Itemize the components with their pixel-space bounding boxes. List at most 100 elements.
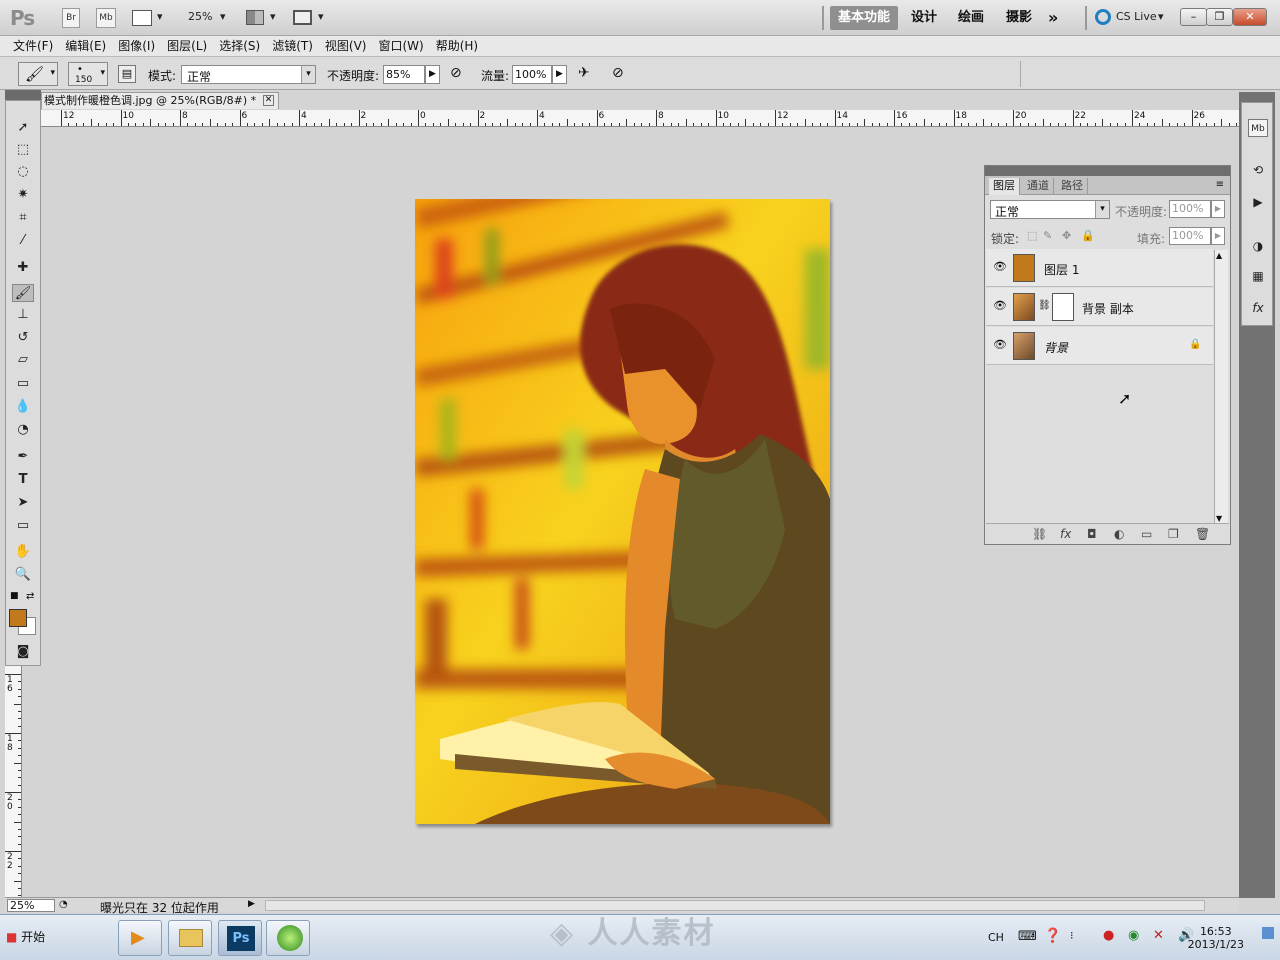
mini-bridge-panel-icon[interactable]: Mb xyxy=(1248,119,1268,137)
status-zoom-input[interactable]: 25% xyxy=(7,899,55,912)
history-panel-icon[interactable]: ⟲ xyxy=(1248,161,1268,179)
menu-file[interactable]: 文件(F) xyxy=(7,36,59,56)
mode-select[interactable]: 正常 ▾ xyxy=(181,65,316,84)
airbrush-icon[interactable]: ✈ xyxy=(578,65,596,83)
bridge-button[interactable]: Br xyxy=(62,8,80,28)
flow-slider-arrow-icon[interactable]: ▶ xyxy=(552,65,567,84)
new-layer-icon[interactable]: ❐ xyxy=(1168,527,1179,541)
zoom-tool-icon[interactable]: 🔍 xyxy=(12,566,34,584)
lock-transparent-icon[interactable]: ⬚ xyxy=(1027,229,1037,242)
network-icon[interactable]: ✕ xyxy=(1153,928,1164,943)
blend-mode-select[interactable]: 正常 ▾ xyxy=(990,200,1110,219)
workspace-painting[interactable]: 绘画 xyxy=(950,6,992,30)
menu-layer[interactable]: 图层(L) xyxy=(161,36,213,56)
tab-channels[interactable]: 通道 xyxy=(1023,178,1054,195)
foreground-color-swatch[interactable] xyxy=(9,609,27,627)
fill-input[interactable]: 100% xyxy=(1169,227,1211,245)
opacity-slider-arrow-icon[interactable]: ▶ xyxy=(425,65,440,84)
keyboard-icon[interactable]: ⌨ xyxy=(1018,929,1037,944)
layer-opacity-input[interactable]: 100% xyxy=(1169,200,1211,218)
menu-select[interactable]: 选择(S) xyxy=(213,36,266,56)
path-selection-tool-icon[interactable]: ➤ xyxy=(12,494,34,512)
actions-panel-icon[interactable]: ▶ xyxy=(1248,193,1268,211)
crop-tool-icon[interactable]: ⌗ xyxy=(12,209,34,227)
panel-menu-icon[interactable]: ≡ xyxy=(1216,179,1224,190)
type-tool-icon[interactable]: T xyxy=(12,471,34,489)
swatches-panel-icon[interactable]: ▦ xyxy=(1248,267,1268,285)
chevron-down-icon[interactable]: ▾ xyxy=(220,10,226,23)
rectangle-tool-icon[interactable]: ▭ xyxy=(12,517,34,535)
tab-layers[interactable]: 图层 xyxy=(989,178,1020,195)
layer-row[interactable]: 👁 ⛓ 背景 副本 xyxy=(986,288,1213,326)
menu-filter[interactable]: 滤镜(T) xyxy=(266,36,319,56)
clone-stamp-tool-icon[interactable]: ⊥ xyxy=(12,306,34,324)
brush-panel-toggle-icon[interactable]: ▤ xyxy=(118,65,136,83)
layer-row[interactable]: 👁 图层 1 xyxy=(986,249,1213,287)
eye-icon[interactable]: 👁 xyxy=(993,339,1007,351)
tray-expand-icon[interactable]: ⁝ xyxy=(1070,929,1074,942)
lock-all-icon[interactable]: 🔒 xyxy=(1081,229,1095,242)
opacity-input[interactable]: 85% xyxy=(383,65,425,84)
zoom-level[interactable]: 25% xyxy=(188,10,212,23)
layers-scrollbar[interactable]: ▲ ▼ xyxy=(1214,250,1228,524)
styles-panel-icon[interactable]: fx xyxy=(1248,299,1268,317)
tools-panel-header[interactable] xyxy=(5,90,41,100)
eye-icon[interactable]: 👁 xyxy=(993,300,1007,312)
add-style-icon[interactable]: fx xyxy=(1060,527,1071,541)
chevron-down-icon[interactable]: ▾ xyxy=(318,10,324,23)
fill-arrow-icon[interactable]: ▶ xyxy=(1211,227,1225,245)
clock[interactable]: 16:53 2013/1/23 xyxy=(1188,925,1244,951)
link-icon[interactable]: ⛓ xyxy=(1038,300,1051,311)
pen-tool-icon[interactable]: ✒ xyxy=(12,448,34,466)
app-taskbar-button[interactable] xyxy=(266,920,310,956)
hand-tool-icon[interactable]: ✋ xyxy=(12,543,34,561)
tab-paths[interactable]: 路径 xyxy=(1057,178,1088,195)
horizontal-scrollbar[interactable] xyxy=(265,900,1205,911)
eyedropper-tool-icon[interactable]: ⁄ xyxy=(12,232,34,250)
workspace-essentials[interactable]: 基本功能 xyxy=(830,6,899,30)
gradient-tool-icon[interactable]: ▭ xyxy=(12,375,34,393)
tray-shield-icon[interactable]: ◉ xyxy=(1128,928,1139,943)
close-document-icon[interactable]: ✕ xyxy=(263,95,274,106)
cs-live-button[interactable]: CS Live xyxy=(1116,10,1157,23)
link-layers-icon[interactable]: ⛓ xyxy=(1032,527,1047,541)
eye-icon[interactable]: 👁 xyxy=(993,261,1007,273)
healing-brush-tool-icon[interactable]: ✚ xyxy=(12,259,34,277)
new-group-icon[interactable]: ▭ xyxy=(1141,527,1152,541)
lock-position-icon[interactable]: ✥ xyxy=(1062,229,1071,242)
blur-tool-icon[interactable]: 💧 xyxy=(12,398,34,416)
status-info-icon[interactable]: ◔ xyxy=(59,899,68,910)
workspace-photography[interactable]: 摄影 xyxy=(998,6,1040,30)
layer-row[interactable]: 👁 背景 🔒 xyxy=(986,327,1213,365)
color-panel-icon[interactable]: ◑ xyxy=(1248,237,1268,255)
tray-app-icon[interactable]: ● xyxy=(1103,928,1114,943)
scroll-down-icon[interactable]: ▼ xyxy=(1216,514,1222,523)
explorer-taskbar-button[interactable] xyxy=(168,920,212,956)
view-extras-icon[interactable] xyxy=(132,10,152,26)
flow-input[interactable]: 100% xyxy=(512,65,552,84)
lock-image-icon[interactable]: ✎ xyxy=(1043,229,1052,242)
eraser-tool-icon[interactable]: ▱ xyxy=(12,351,34,369)
menu-view[interactable]: 视图(V) xyxy=(319,36,373,56)
chevron-down-icon[interactable]: ▾ xyxy=(157,10,163,23)
chevron-down-icon[interactable]: ▾ xyxy=(270,10,276,23)
delete-layer-icon[interactable]: 🗑 xyxy=(1195,527,1210,541)
photoshop-taskbar-button[interactable]: Ps xyxy=(218,920,262,956)
marquee-tool-icon[interactable]: ⬚ xyxy=(12,141,34,159)
tool-preset-picker[interactable]: 🖌 ▾ xyxy=(18,62,58,86)
tablet-pressure-opacity-icon[interactable]: ⊘ xyxy=(450,65,468,83)
workspace-design[interactable]: 设计 xyxy=(903,6,945,30)
media-player-taskbar-button[interactable]: ▶ xyxy=(118,920,162,956)
screen-mode-icon[interactable] xyxy=(293,10,312,25)
layer-opacity-arrow-icon[interactable]: ▶ xyxy=(1211,200,1225,218)
scroll-up-icon[interactable]: ▲ xyxy=(1216,251,1222,260)
add-mask-icon[interactable]: ◘ xyxy=(1087,527,1097,541)
document-canvas-image[interactable] xyxy=(415,199,830,824)
menu-edit[interactable]: 编辑(E) xyxy=(59,36,112,56)
quick-mask-icon[interactable]: ◙ xyxy=(12,643,34,661)
menu-help[interactable]: 帮助(H) xyxy=(430,36,484,56)
show-desktop-button[interactable] xyxy=(1262,927,1274,939)
status-menu-arrow-icon[interactable]: ▶ xyxy=(248,899,255,909)
help-icon[interactable]: ❓ xyxy=(1044,928,1061,944)
minimize-button[interactable]: – xyxy=(1180,8,1207,26)
